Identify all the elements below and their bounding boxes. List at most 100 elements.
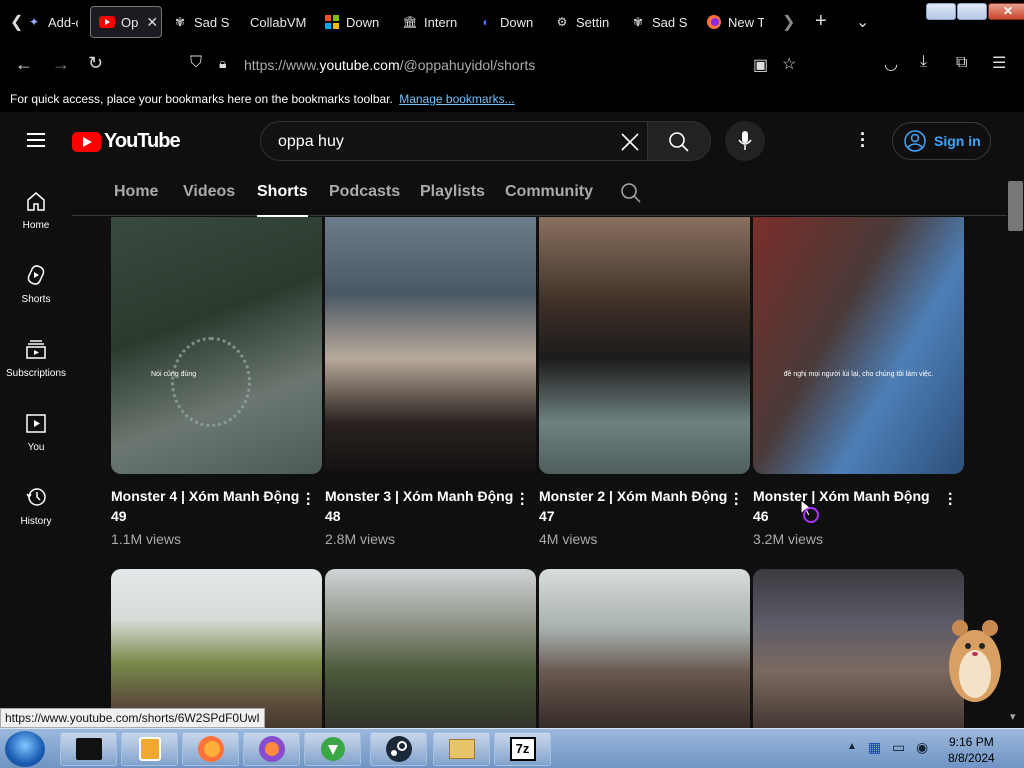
sidebar-item-home[interactable]: Home <box>0 190 72 231</box>
short-title[interactable]: Monster 4 | Xóm Manh Động 49 <box>111 486 301 526</box>
tab-community[interactable]: Community <box>505 183 593 201</box>
short-thumbnail-1[interactable]: Nói cũng đúng <box>111 217 322 474</box>
tab-new[interactable]: New T <box>706 6 764 38</box>
taskbar-app-browser[interactable] <box>243 732 300 766</box>
tab-download-2[interactable]: ◐ Down <box>478 6 538 38</box>
close-tab-icon[interactable]: ✕ <box>146 14 158 31</box>
list-tabs-icon[interactable]: ⌄ <box>856 12 869 32</box>
tab-add-ons[interactable]: ✦ Add-o <box>26 6 78 38</box>
short-thumbnail-5[interactable] <box>111 569 322 728</box>
taskbar-app-download-manager[interactable] <box>304 732 361 766</box>
menu-icon[interactable]: ☰ <box>992 53 1006 73</box>
short-thumbnail-4[interactable]: đề nghị mọi người lùi lại, cho chúng tôi… <box>753 217 964 474</box>
short-title[interactable]: Monster 3 | Xóm Manh Động 48 <box>325 486 515 526</box>
sidebar-item-history[interactable]: History <box>0 486 72 527</box>
maximize-button[interactable] <box>957 3 987 20</box>
tab-podcasts[interactable]: Podcasts <box>329 183 400 201</box>
short-thumbnail-6[interactable] <box>325 569 536 728</box>
tab-label: CollabVM <box>250 14 307 30</box>
reload-icon[interactable]: ↻ <box>88 53 103 74</box>
back-icon[interactable]: ← <box>15 54 33 75</box>
manage-bookmarks-link[interactable]: Manage bookmarks... <box>399 92 514 106</box>
downloads-icon[interactable]: ⤓ <box>920 53 927 71</box>
bookmark-star-icon[interactable]: ☆ <box>782 54 796 74</box>
taskbar-app-media-player[interactable] <box>121 732 178 766</box>
short-views: 2.8M views <box>325 531 396 547</box>
short-menu-icon[interactable]: · · · <box>306 487 311 513</box>
short-title[interactable]: Monster | Xóm Manh Động 46 <box>753 486 943 526</box>
windows-icon <box>324 14 340 30</box>
youtube-logo[interactable]: YouTube <box>72 130 181 153</box>
short-menu-icon[interactable]: · · · <box>734 487 739 513</box>
tab-home[interactable]: Home <box>114 183 158 201</box>
media-player-icon <box>138 737 161 761</box>
tray-expand-icon[interactable]: ▲ <box>847 741 857 752</box>
sidebar-item-subscriptions[interactable]: Subscriptions <box>0 338 72 379</box>
file-explorer-icon <box>448 739 475 759</box>
tab-videos[interactable]: Videos <box>183 183 235 201</box>
tab-download-1[interactable]: Down <box>324 6 384 38</box>
firefox-icon <box>706 14 722 30</box>
tab-sad-2[interactable]: ✾ Sad S <box>630 6 688 38</box>
taskbar-app-7zip[interactable]: 7z <box>494 732 551 766</box>
minimize-button[interactable] <box>926 3 956 20</box>
tab-sad-1[interactable]: ✾ Sad S <box>172 6 230 38</box>
short-menu-icon[interactable]: · · · <box>520 487 525 513</box>
short-thumbnail-8[interactable] <box>753 569 964 728</box>
short-thumbnail-7[interactable] <box>539 569 750 728</box>
clear-search-icon[interactable] <box>621 133 639 151</box>
channel-search-icon[interactable] <box>621 183 641 203</box>
tab-label: Add-o <box>48 14 78 30</box>
short-thumbnail-3[interactable] <box>539 217 750 474</box>
pocket-icon[interactable]: ◡ <box>884 54 898 74</box>
short-title[interactable]: Monster 2 | Xóm Manh Động 47 <box>539 486 729 526</box>
tray-volume-icon[interactable]: ◉ <box>916 739 928 756</box>
search-input[interactable]: oppa huy <box>260 121 647 161</box>
url-field[interactable]: https://www.youtube.com/@oppahuyidol/sho… <box>244 57 535 73</box>
clock[interactable]: 9:16 PM 8/8/2024 <box>948 734 995 766</box>
tab-shorts[interactable]: Shorts <box>257 183 308 217</box>
sidebar-item-shorts[interactable]: Shorts <box>0 264 72 305</box>
new-tab-icon[interactable]: + <box>815 10 827 33</box>
tab-scroll-left-icon[interactable]: ❮ <box>10 12 23 32</box>
taskbar-app-firefox[interactable] <box>182 732 239 766</box>
scrollbar-thumb[interactable] <box>1008 181 1023 231</box>
start-button[interactable] <box>5 731 45 767</box>
tray-display-icon[interactable]: ▭ <box>892 739 905 756</box>
close-window-button[interactable]: ✕ <box>988 3 1024 20</box>
scroll-down-arrow-icon[interactable]: ▾ <box>1010 710 1016 723</box>
navigation-toolbar: ← → ↻ ⛉ 🔒︎ https://www.youtube.com/@oppa… <box>0 44 1024 86</box>
tab-youtube[interactable]: Op ✕ <box>90 6 162 38</box>
page-scrollbar[interactable] <box>1007 170 1024 728</box>
tab-scroll-right-icon[interactable]: ❯ <box>782 12 795 32</box>
shield-icon[interactable]: ⛉ <box>190 54 202 72</box>
short-menu-icon[interactable]: · · · <box>948 487 953 513</box>
clock-date: 8/8/2024 <box>948 751 995 765</box>
tab-settings[interactable]: ⚙ Settin <box>554 6 614 38</box>
tab-playlists[interactable]: Playlists <box>420 183 485 201</box>
settings-more-icon[interactable]: · · · <box>860 125 866 155</box>
forward-icon[interactable]: → <box>52 54 70 75</box>
taskbar-app-vm[interactable] <box>60 732 117 766</box>
tab-collabvm[interactable]: CollabVM <box>250 6 310 38</box>
sign-in-button[interactable]: Sign in <box>892 122 991 160</box>
voice-search-button[interactable] <box>725 121 765 161</box>
sidebar-label: Subscriptions <box>5 368 67 379</box>
tray-network-icon[interactable]: ▦ <box>868 739 881 756</box>
guide-menu-icon[interactable] <box>27 133 45 147</box>
taskbar-app-file-explorer[interactable] <box>433 732 490 766</box>
steam-icon <box>385 736 412 762</box>
reader-view-icon[interactable]: ▣ <box>753 55 768 75</box>
tab-internet-archive[interactable]: 🏛 Intern <box>402 6 462 38</box>
tab-label: Settin <box>576 14 610 30</box>
taskbar-app-steam[interactable] <box>370 732 427 766</box>
cat-icon: ✾ <box>632 15 644 29</box>
short-thumbnail-2[interactable] <box>325 217 536 474</box>
search-button[interactable] <box>647 121 711 161</box>
extensions-icon[interactable]: ⧉ <box>956 54 967 72</box>
bookmarks-hint: For quick access, place your bookmarks h… <box>10 92 393 106</box>
desktop-pet-hamster[interactable] <box>944 604 1006 708</box>
url-prefix: https://www. <box>244 57 320 73</box>
lock-icon[interactable]: 🔒︎ <box>219 55 226 72</box>
sidebar-item-you[interactable]: You <box>0 412 72 453</box>
